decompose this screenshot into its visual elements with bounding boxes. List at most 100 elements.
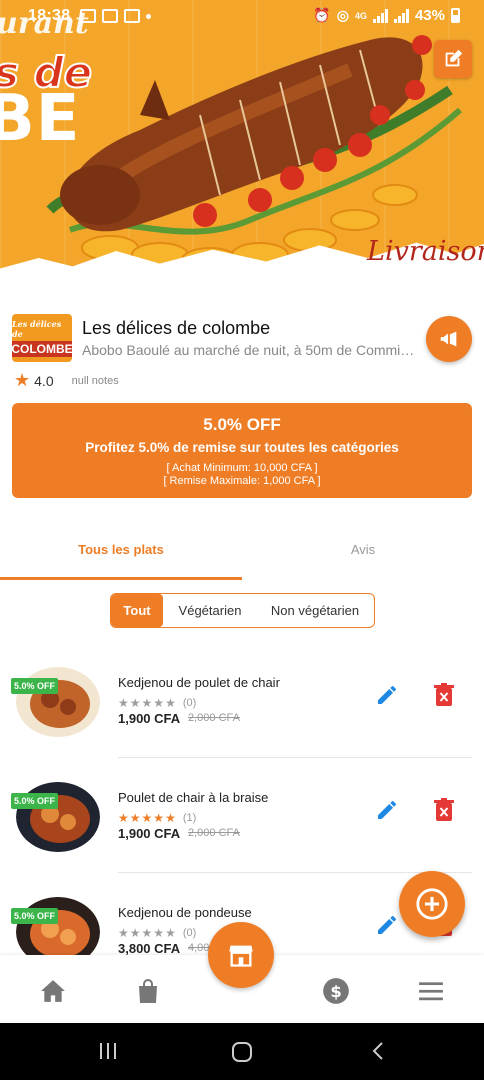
back-icon — [372, 1042, 383, 1060]
dish-old-price: 2,000 CFA — [188, 827, 240, 839]
discount-title: 5.0% OFF — [203, 415, 281, 434]
review-count: (0) — [182, 927, 197, 939]
pencil-icon — [378, 686, 396, 704]
cover-livraison-text: Livraison — [367, 236, 484, 267]
dish-old-price: 2,000 CFA — [188, 712, 240, 724]
add-dish-button[interactable] — [399, 871, 465, 937]
rating-star-icon: ★ — [165, 926, 176, 940]
filter-non-vegetarian[interactable]: Non végétarien — [257, 594, 373, 627]
rating-star-icon: ★ — [141, 811, 153, 825]
notification-icon — [124, 9, 140, 23]
dish-divider — [118, 757, 472, 758]
diet-filter: Tout Végétarien Non végétarien — [110, 593, 375, 628]
system-icons: ⏰ ◎ 4G 43% — [313, 7, 460, 24]
dish-item[interactable]: 5.0% OFF Kedjenou de poulet de chair ★ ★ ★ ★ ★… — [0, 667, 484, 767]
rating-star-icon: ★ — [129, 926, 141, 940]
dish-name: Kedjenou de pondeuse — [118, 905, 252, 920]
rating-value: 4.0 — [34, 372, 54, 389]
network-type: 4G — [354, 10, 367, 21]
signal-icon — [372, 8, 388, 23]
tab-all-dishes[interactable]: Tous les plats — [0, 542, 242, 557]
rating-star-icon: ★ — [165, 811, 176, 825]
alarm-icon: ⏰ — [313, 7, 331, 23]
tab-reviews[interactable]: Avis — [242, 542, 484, 557]
nav-home[interactable] — [39, 977, 67, 1005]
rating-notes: null notes — [71, 374, 119, 387]
home-icon — [41, 980, 65, 1002]
edit-dish-button[interactable] — [375, 913, 399, 942]
dollar-icon: $ — [323, 978, 349, 1004]
back-button[interactable] — [370, 1041, 386, 1066]
pencil-icon — [378, 916, 396, 934]
nav-menu[interactable] — [417, 977, 445, 1005]
filter-vegetarian[interactable]: Végétarien — [163, 594, 257, 627]
rating-star-icon: ★ — [118, 811, 129, 825]
filter-all[interactable]: Tout — [111, 594, 163, 627]
restaurant-header: Les délices de COLOMBE Les délices de co… — [12, 312, 472, 396]
notification-icons — [80, 9, 151, 23]
nav-wallet[interactable]: $ — [322, 977, 350, 1005]
edit-restaurant-button[interactable] — [434, 40, 472, 78]
restaurant-address: Abobo Baoulé au marché de nuit, à 50m de… — [82, 342, 420, 358]
gallery-icon — [80, 9, 96, 23]
rating-star-icon: ★ — [118, 926, 129, 940]
home-system-button[interactable] — [231, 1041, 253, 1068]
discount-maximum: [ Remise Maximale: 1,000 CFA ] — [163, 475, 321, 487]
announcement-button[interactable] — [426, 316, 472, 362]
nav-orders[interactable] — [134, 977, 162, 1005]
rating-star-icon: ★ — [129, 696, 141, 710]
discount-badge: 5.0% OFF — [11, 908, 59, 924]
logo-line2: COLOMBE — [12, 341, 72, 357]
signal-icon-2 — [393, 8, 409, 23]
review-count: (1) — [182, 812, 197, 824]
dish-price: 1,900 CFA — [118, 711, 181, 726]
rating-star-icon: ★ — [153, 696, 165, 710]
content-tabs: Tous les plats Avis — [0, 530, 484, 582]
dish-item[interactable]: 5.0% OFF Poulet de chair à la braise ★ ★ ★ ★ ★… — [0, 782, 484, 882]
rating-star-icon: ★ — [141, 926, 153, 940]
dish-name: Poulet de chair à la braise — [118, 790, 269, 805]
discount-badge: 5.0% OFF — [11, 793, 59, 809]
hotspot-icon: ◎ — [336, 7, 349, 23]
svg-text:$: $ — [330, 982, 341, 1001]
nav-store[interactable] — [208, 922, 274, 988]
pencil-icon — [378, 801, 396, 819]
dish-price: 3,800 CFA — [118, 941, 181, 956]
discount-subtitle: Profitez 5.0% de remise sur toutes les c… — [85, 440, 399, 455]
rating-star-icon: ★ — [153, 926, 165, 940]
star-icon: ★ — [14, 370, 31, 390]
active-tab-indicator — [0, 577, 242, 580]
dish-rating: ★ ★ ★ ★ ★ (0) — [118, 697, 196, 709]
battery-icon — [451, 8, 460, 23]
recent-apps-button[interactable] — [98, 1041, 118, 1066]
edit-square-icon — [445, 49, 463, 67]
status-time: 18:38 — [28, 7, 71, 24]
status-bar: 18:38 ⏰ ◎ 4G 43% — [0, 0, 484, 34]
delete-icon — [434, 798, 454, 821]
logo-line1: Les délices de — [12, 319, 62, 339]
rating-star-icon: ★ — [153, 811, 165, 825]
store-icon — [229, 945, 253, 967]
restaurant-name: Les délices de colombe — [82, 318, 271, 338]
delete-dish-button[interactable] — [434, 683, 454, 712]
restaurant-logo: Les délices de COLOMBE — [12, 314, 72, 362]
rating-star-icon: ★ — [118, 696, 129, 710]
restaurant-screen: urant s de BE Livraison 18:38 ⏰ ◎ 4G 43%… — [0, 0, 484, 1080]
dish-rating: ★ ★ ★ ★ ★ (0) — [118, 927, 196, 939]
edit-dish-button[interactable] — [375, 683, 399, 712]
review-count: (0) — [182, 697, 197, 709]
linkedin-icon — [102, 9, 118, 23]
delete-dish-button[interactable] — [434, 798, 454, 827]
dish-rating: ★ ★ ★ ★ ★ (1) — [118, 812, 196, 824]
rating-star-icon: ★ — [129, 811, 141, 825]
edit-dish-button[interactable] — [375, 798, 399, 827]
more-dot-icon — [146, 14, 151, 19]
discount-banner: 5.0% OFF Profitez 5.0% de remise sur tou… — [12, 403, 472, 498]
restaurant-rating: ★ 4.0 null notes — [14, 370, 119, 391]
rating-star-icon: ★ — [141, 696, 153, 710]
delete-icon — [434, 683, 454, 706]
bag-icon — [139, 979, 157, 1003]
dish-name: Kedjenou de poulet de chair — [118, 675, 280, 690]
discount-badge: 5.0% OFF — [11, 678, 59, 694]
system-navigation-bar — [0, 1023, 484, 1080]
